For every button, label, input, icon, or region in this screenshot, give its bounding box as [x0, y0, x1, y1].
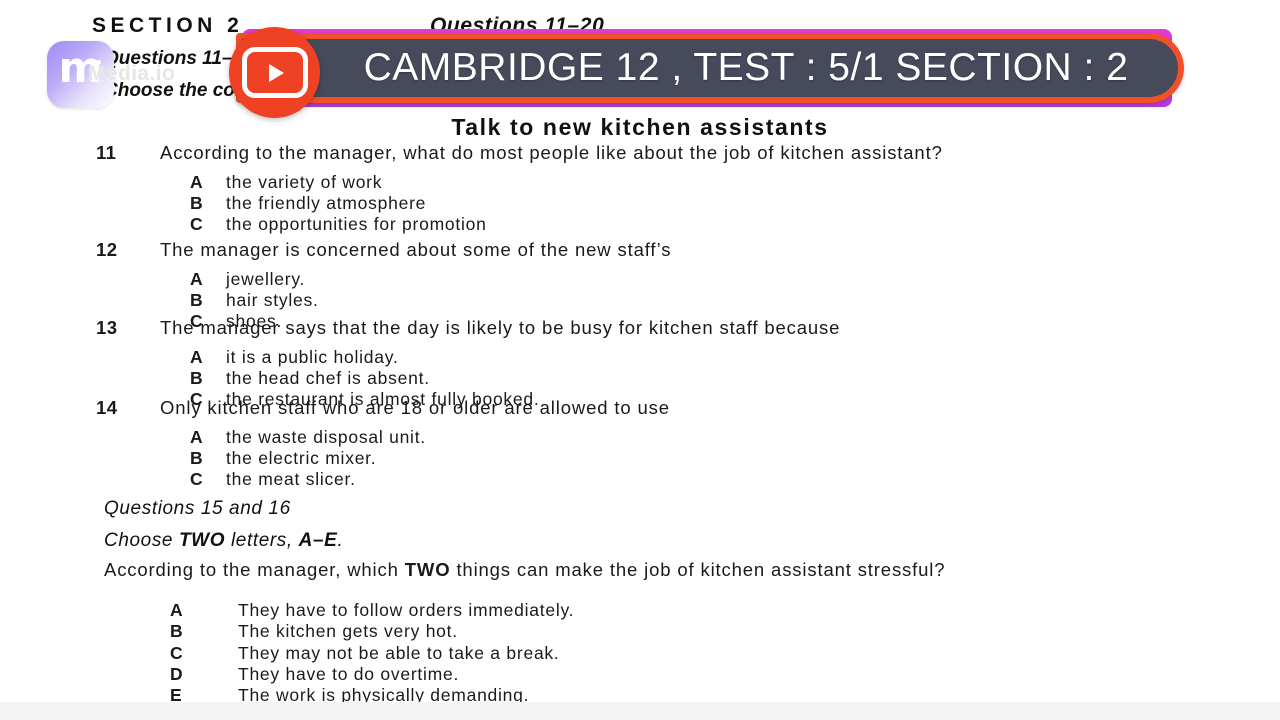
option-text: the variety of work [226, 171, 383, 192]
lead-suffix: things can make the job of kitchen assis… [450, 559, 946, 580]
option-item[interactable]: A the variety of work [0, 172, 1280, 193]
play-button-icon[interactable] [229, 27, 320, 118]
play-icon-frame [241, 47, 308, 98]
option-text: the meat slicer. [226, 469, 356, 490]
talk-title: Talk to new kitchen assistants [451, 114, 829, 140]
question-text: The manager says that the day is likely … [160, 317, 841, 338]
instruction-bold-two: TWO [178, 530, 226, 551]
option-item[interactable]: C the meat slicer. [0, 469, 1280, 490]
option-letter: A [190, 171, 203, 192]
option-item[interactable]: A They have to follow orders immediately… [0, 600, 1280, 621]
option-text: the opportunities for promotion [226, 214, 487, 235]
banner-title-text: CAMBRIDGE 12 , TEST : 5/1 SECTION : 2 [363, 46, 1129, 89]
question-text: Only kitchen staff who are 18 or older a… [160, 397, 670, 418]
questions-15-16-heading: Questions 15 and 16 [104, 498, 291, 519]
option-item[interactable]: B the head chef is absent. [0, 368, 1280, 389]
option-letter: A [190, 426, 203, 447]
option-item[interactable]: B hair styles. [0, 290, 1280, 311]
section-heading: SECTION 2 [92, 14, 244, 37]
option-letter: C [190, 469, 203, 490]
option-text: The kitchen gets very hot. [238, 621, 458, 642]
lead-bold-two: TWO [404, 559, 451, 580]
option-letter: D [170, 664, 183, 685]
question-text: The manager is concerned about some of t… [160, 239, 672, 260]
option-letter: A [170, 600, 183, 620]
question-number: 14 [96, 397, 118, 418]
video-title-banner: CAMBRIDGE 12 , TEST : 5/1 SECTION : 2 [236, 29, 1186, 107]
page-bottom-band [0, 702, 1280, 720]
option-item[interactable]: C the opportunities for promotion [0, 214, 1280, 235]
option-text: They have to do overtime. [238, 664, 460, 685]
option-letter: A [190, 268, 203, 289]
option-item[interactable]: A it is a public holiday. [0, 347, 1280, 368]
option-text: the head chef is absent. [226, 367, 430, 388]
option-list: A the variety of work B the friendly atm… [0, 172, 1280, 236]
instruction-middle: letters, [225, 530, 299, 551]
instruction-prefix: Choose [104, 530, 179, 551]
option-letter: B [190, 192, 203, 213]
lead-prefix: According to the manager, which [104, 559, 405, 580]
question-row: 12 The manager is concerned about some o… [0, 239, 1280, 262]
option-letter: C [170, 642, 183, 663]
questions-15-16-instruction: Choose TWO letters, A–E. [104, 530, 343, 552]
option-item[interactable]: C They may not be able to take a break. [0, 643, 1280, 664]
option-item[interactable]: A the waste disposal unit. [0, 427, 1280, 448]
watermark-text: Media.io [88, 62, 176, 85]
option-text: They may not be able to take a break. [238, 642, 560, 663]
option-item[interactable]: B The kitchen gets very hot. [0, 621, 1280, 642]
option-letter: B [190, 447, 203, 468]
play-triangle-icon [269, 63, 284, 82]
option-item[interactable]: A jewellery. [0, 269, 1280, 290]
instruction-suffix: . [337, 530, 344, 551]
option-text: it is a public holiday. [226, 346, 399, 367]
option-text: the friendly atmosphere [226, 192, 427, 213]
document-page: SECTION 2 Questions 11–20 Questions 11–1… [0, 0, 1280, 720]
option-text: They have to follow orders immediately. [238, 600, 575, 620]
option-item[interactable]: D They have to do overtime. [0, 664, 1280, 685]
option-letter: B [170, 621, 183, 642]
option-letter: C [190, 214, 203, 235]
option-letter: A [190, 346, 203, 367]
question-number: 12 [96, 239, 118, 260]
question-row: 13 The manager says that the day is like… [0, 317, 1280, 340]
option-text: hair styles. [226, 289, 319, 310]
question-row: 11 According to the manager, what do mos… [0, 142, 1280, 165]
option-letter: B [190, 367, 203, 388]
option-letter: B [190, 289, 203, 310]
question-number: 11 [96, 142, 117, 163]
question-number: 13 [96, 317, 118, 338]
questions-15-16-option-list: A They have to follow orders immediately… [0, 600, 1280, 707]
option-item[interactable]: B the friendly atmosphere [0, 193, 1280, 214]
banner-bar: CAMBRIDGE 12 , TEST : 5/1 SECTION : 2 [236, 33, 1184, 103]
question-block-11: 11 According to the manager, what do mos… [0, 142, 1280, 236]
option-list: A the waste disposal unit. B the electri… [0, 427, 1280, 491]
question-row: 14 Only kitchen staff who are 18 or olde… [0, 397, 1280, 420]
instruction-bold-range: A–E [298, 530, 338, 551]
option-text: the waste disposal unit. [226, 426, 426, 447]
question-text: According to the manager, what do most p… [160, 142, 943, 163]
option-text: the electric mixer. [226, 447, 377, 468]
question-block-14: 14 Only kitchen staff who are 18 or olde… [0, 397, 1280, 491]
option-item[interactable]: B the electric mixer. [0, 448, 1280, 469]
questions-15-16-lead: According to the manager, which TWO thin… [104, 559, 1234, 582]
option-text: jewellery. [226, 268, 306, 289]
